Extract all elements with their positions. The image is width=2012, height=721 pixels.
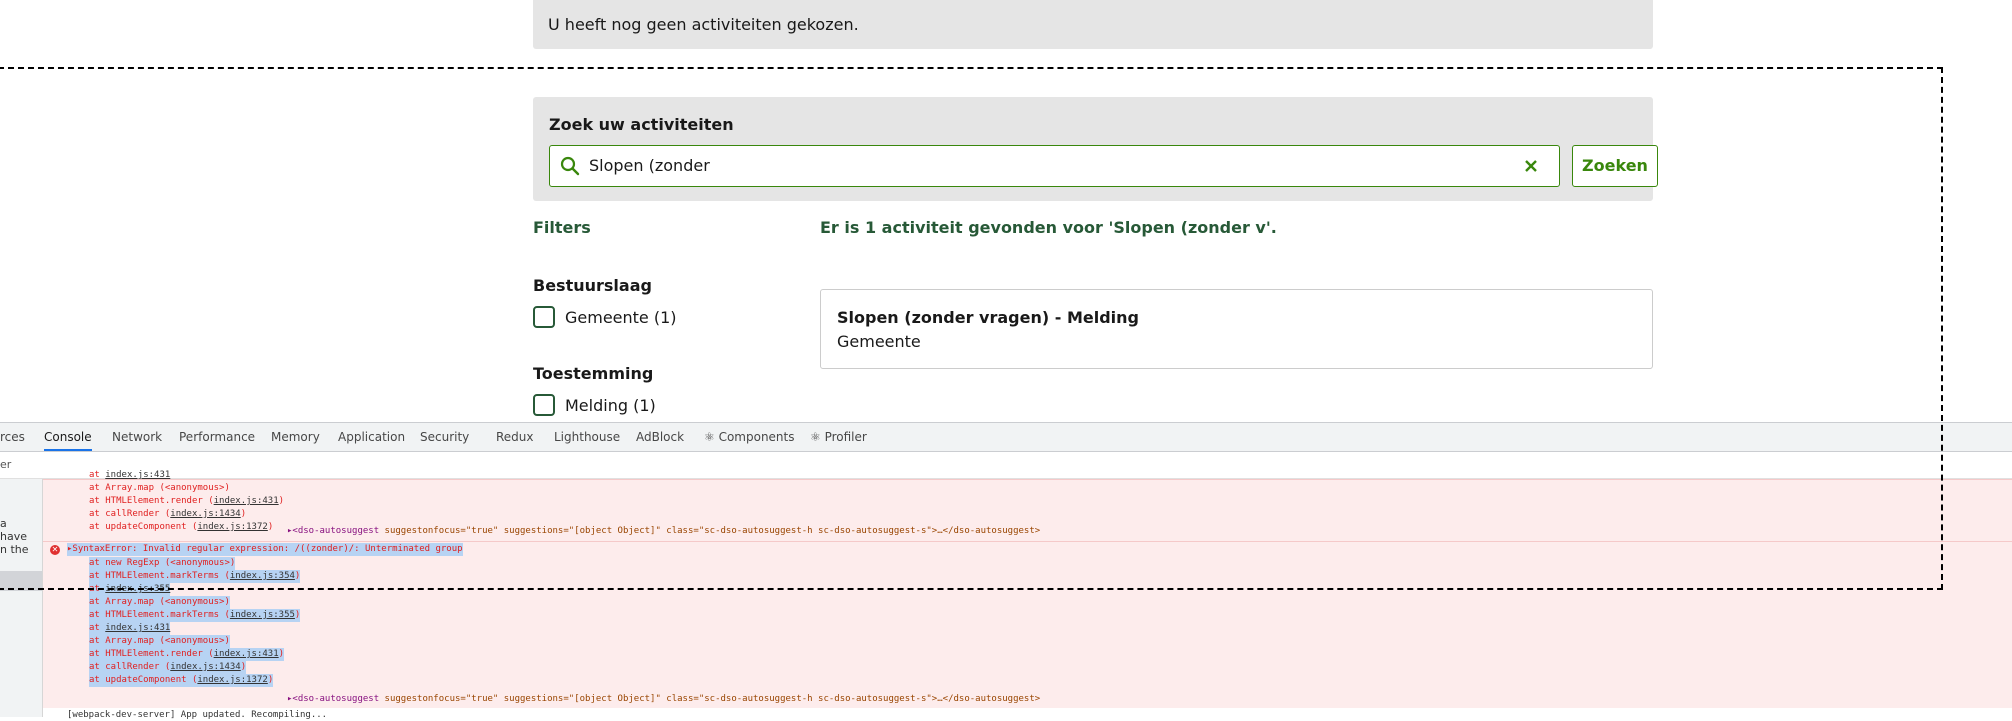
source-link[interactable]: index.js:431 bbox=[105, 623, 170, 633]
source-link[interactable]: index.js:355 bbox=[230, 610, 295, 620]
stack-text: ) bbox=[294, 610, 301, 620]
stack-text: at HTMLElement.markTerms ( bbox=[89, 610, 230, 620]
source-link[interactable]: index.js:1434 bbox=[170, 662, 240, 672]
no-activities-notice: U heeft nog geen activiteiten gekozen. bbox=[533, 0, 1653, 49]
stack-text: at Array.map (<anonymous>) bbox=[89, 636, 230, 646]
console-log-message: [webpack-dev-server] App updated. Recomp… bbox=[67, 710, 328, 720]
element-tag: ▸<dso-autosuggest bbox=[287, 694, 380, 704]
stack-text: ) bbox=[278, 649, 285, 659]
stack-text: at Array.map (<anonymous>) bbox=[89, 597, 230, 607]
source-link[interactable]: index.js:431 bbox=[214, 649, 279, 659]
selection-outline bbox=[0, 67, 1943, 590]
stack-text: at callRender ( bbox=[89, 662, 171, 672]
stack-trace-line: at Array.map (<anonymous>) bbox=[89, 635, 230, 648]
stack-text: at updateComponent ( bbox=[89, 675, 198, 685]
source-link[interactable]: index.js:1372 bbox=[197, 675, 267, 685]
stack-trace-line: at HTMLElement.render (index.js:431) bbox=[89, 648, 285, 661]
element-attributes: suggestonfocus="true" suggestions="[obje… bbox=[379, 694, 1041, 704]
stack-trace-line: at Array.map (<anonymous>) bbox=[89, 596, 230, 609]
stack-text: ) bbox=[267, 675, 274, 685]
stack-trace-line: at updateComponent (index.js:1372) bbox=[89, 674, 274, 687]
stack-text: ) bbox=[240, 662, 247, 672]
stack-trace-line: at index.js:431 bbox=[89, 622, 171, 635]
element-reference[interactable]: ▸<dso-autosuggest suggestonfocus="true" … bbox=[287, 693, 1040, 706]
stack-text: at bbox=[89, 623, 106, 633]
stack-trace-line: at callRender (index.js:1434) bbox=[89, 661, 247, 674]
stack-text: at HTMLElement.render ( bbox=[89, 649, 214, 659]
stack-trace-line: at HTMLElement.markTerms (index.js:355) bbox=[89, 609, 301, 622]
